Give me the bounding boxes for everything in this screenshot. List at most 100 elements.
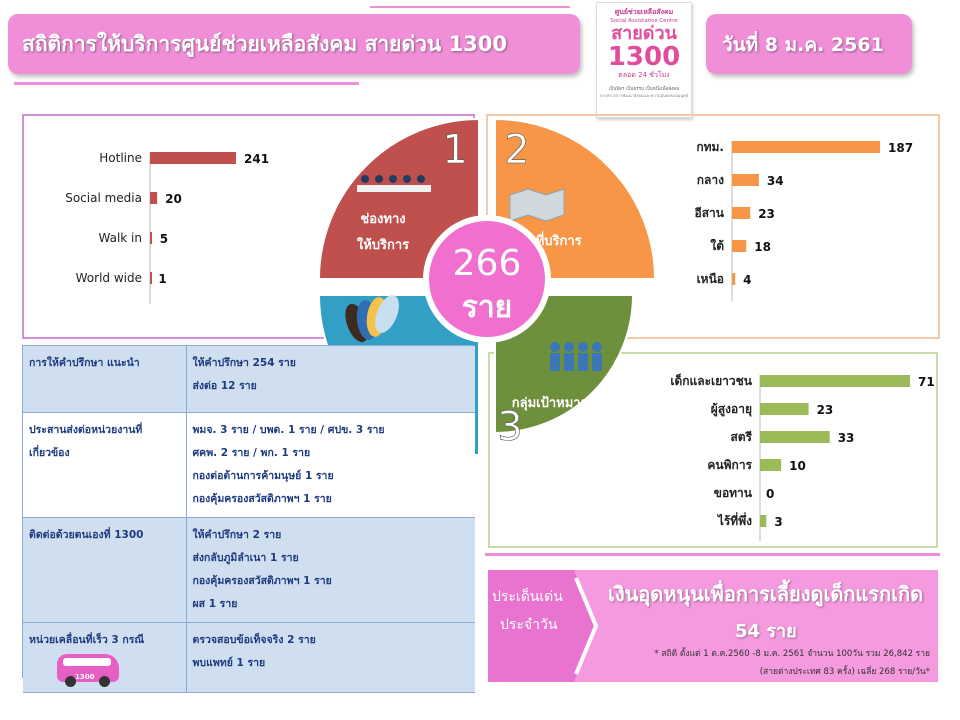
group-icon [550,342,560,352]
bar [760,403,809,415]
table-row: หน่วยเคลื่อนที่เร็ว 3 กรณี 1300 ตรวจสอบข… [23,622,475,693]
value-label: 20 [165,192,182,206]
segment-number: 2 [504,127,529,173]
logo-number: 1300 [607,42,681,72]
info-table-wrap: การให้คำปรึกษา แนะนำ ให้คำปรึกษา 254 รายส… [22,345,475,693]
segment-label: ช่องทาง [360,212,405,227]
bar [732,273,736,285]
value-label: 187 [888,141,913,155]
people-icon [417,175,425,183]
detail-line: พบแพทย์ 1 ราย [192,656,266,669]
value-label: 34 [767,174,784,188]
value-label: 23 [817,403,834,417]
page-title: สถิติการให้บริการศูนย์ช่วยเหลือสังคม สาย… [22,32,508,56]
category-label: กลาง [697,173,724,187]
table-cell-topic: หน่วยเคลื่อนที่เร็ว 3 กรณี 1300 [23,622,187,693]
van-label: 1300 [75,672,95,681]
group-icon [564,342,574,352]
logo-hotline-text: สายด่วน [611,23,677,44]
category-label: เหนือ [697,272,724,286]
bar [732,174,759,186]
value-label: 4 [743,273,751,287]
detail-line: ส่งกลับภูมิลำเนา 1 ราย [192,551,299,564]
detail-line: ตรวจสอบข้อเท็จจริง 2 ราย [192,633,316,646]
total-unit: ราย [462,290,513,325]
category-label: อีสาน [695,206,725,220]
category-label: ผู้สูงอายุ [711,402,752,417]
table-cell-topic: ติดต่อด้วยตนเองที่ 1300 [23,517,187,623]
category-label: เด็กและเยาวชน [670,373,752,388]
group-icon [578,342,588,352]
table-cell-detail: ให้คำปรึกษา 254 รายส่งต่อ 12 ราย [186,346,475,413]
logo-top-text: ศูนย์ช่วยเหลือสังคม [614,8,674,16]
date-text: วันที่ 8 ม.ค. 2561 [722,34,884,56]
bar [760,375,910,387]
logo-foot1: เป็นมิตร เป็นธรรม เป็นหนึ่งเพื่อสังคม [608,87,680,92]
table-cell-topic: การให้คำปรึกษา แนะนำ [23,346,187,413]
people-icon [403,175,411,183]
table-cell-topic: ประสานส่งต่อหน่วยงานที่ เกี่ยวข้อง [23,412,187,518]
category-label: Social media [65,191,142,205]
table-row: ประสานส่งต่อหน่วยงานที่ เกี่ยวข้อง พมจ. 3… [23,412,475,518]
value-label: 241 [244,152,269,166]
value-label: 5 [160,232,168,246]
bar [732,141,880,153]
value-label: 71 [918,375,935,389]
value-label: 10 [789,459,806,473]
detail-line: ให้คำปรึกษา 254 ราย [192,357,296,369]
people-icon [375,175,383,183]
logo: ศูนย์ช่วยเหลือสังคม Social Assistance Ce… [596,2,692,118]
header-topline [370,6,570,8]
category-label: Walk in [99,231,143,245]
category-label: ใต้ [710,238,724,253]
area-bar-chart: กทม. 187 กลาง 34 อีสาน 23 ใต้ 18 เหนือ 4 [695,140,913,302]
segment-label: กลุ่มเป้าหมาย [512,395,588,411]
group-icon [592,342,602,352]
segment-label: ให้บริการ [357,236,409,253]
group-icon-body [550,353,560,371]
bar [150,152,236,164]
group-icon-body [564,353,574,371]
topic-text: หน่วยเคลื่อนที่เร็ว 3 กรณี [29,633,145,646]
table-cell-detail: ตรวจสอบข้อเท็จจริง 2 รายพบแพทย์ 1 ราย [186,622,475,693]
group-icon-body [578,353,588,371]
pink-divider [485,553,940,556]
header-underline [14,82,359,85]
logo-foot2: กระทรวงการพัฒนาสังคมและความมั่นคงของมนุษ… [600,93,688,98]
issue-count: 54 ราย [735,621,797,642]
detail-line: ศคพ. 2 ราย / พก. 1 ราย [192,446,311,459]
value-label: 3 [774,515,782,529]
category-label: คนพิการ [707,458,752,472]
bar [150,192,158,204]
category-label: World wide [76,271,142,285]
category-label: ไร้ที่พึ่ง [716,512,752,528]
bar [732,207,751,219]
issue-tag-line2: ประจำวัน [500,617,558,633]
table-row: การให้คำปรึกษา แนะนำ ให้คำปรึกษา 254 รายส… [23,346,475,413]
target-bar-chart: เด็กและเยาวชน 71 ผู้สูงอายุ 23 สตรี 33 คนพิการ… [670,373,935,541]
issue-headline: เงินอุดหนุนเพื่อการเลี้ยงดูเด็กแรกเกิด [608,582,924,606]
bar [760,459,782,471]
bar [150,272,152,284]
detail-line: ให้คำปรึกษา 2 ราย [192,528,282,541]
bar [760,515,767,527]
table-row: ติดต่อด้วยตนเองที่ 1300 ให้คำปรึกษา 2 ราย… [23,517,475,623]
detail-line: พมจ. 3 ราย / บพด. 1 ราย / ศปข. 3 ราย [192,423,385,436]
segment-number: 1 [442,127,467,173]
detail-line: กองต่อต้านการค้ามนุษย์ 1 ราย [192,469,334,482]
van-icon: 1300 [57,653,119,687]
issue-tag-line1: ประเด็นเด่น [492,589,563,605]
map-icon [509,188,565,222]
value-label: 33 [838,431,855,445]
table-cell-detail: ให้คำปรึกษา 2 ราย ส่งกลับภูมิลำเนา 1 รายก… [186,517,475,623]
issue-note1: * สถิติ ตั้งแต่ 1 ต.ค.2560 -8 ม.ค. 2561 … [654,649,930,659]
group-icon-body [592,353,602,371]
category-label: กทม. [696,140,724,154]
category-label: สตรี [730,430,752,444]
detail-line: ส่งต่อ 12 ราย [192,380,257,392]
value-label: 1 [158,272,166,286]
table-cell-detail: พมจ. 3 ราย / บพด. 1 ราย / ศปข. 3 รายศคพ.… [186,412,475,518]
bar [732,240,747,252]
info-table: การให้คำปรึกษา แนะนำ ให้คำปรึกษา 254 รายส… [23,346,475,693]
issue-note2: (สายต่างประเทศ 83 ครั้ง) เฉลี่ย 268 ราย/… [759,667,930,677]
